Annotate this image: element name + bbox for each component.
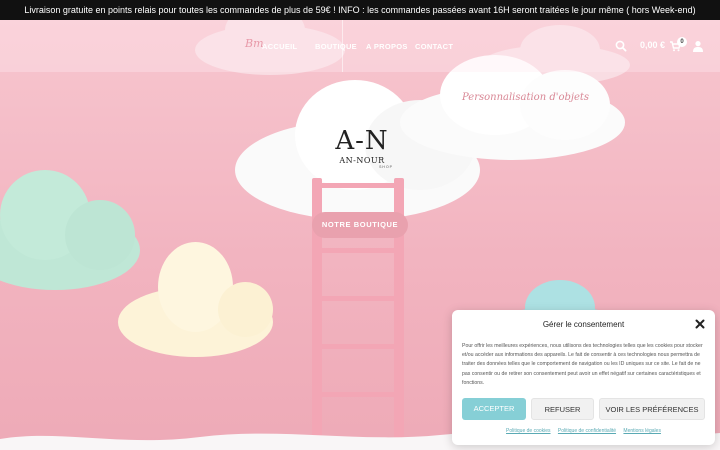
site-header: Bm ACCUEIL BOUTIQUE A PROPOS CONTACT 0,0…	[0, 20, 720, 72]
brand-monogram: A-N	[335, 126, 389, 156]
nav-item-boutique[interactable]: BOUTIQUE	[315, 42, 366, 51]
cart-total[interactable]: 0,00 €	[640, 40, 665, 50]
cookie-consent-dialog: Gérer le consentement Pour offrir les me…	[452, 310, 715, 445]
nav-item-a-propos[interactable]: A PROPOS	[366, 42, 415, 51]
brand-name: AN-NOUR	[339, 156, 385, 165]
preferences-button[interactable]: VOIR LES PRÉFÉRENCES	[599, 398, 705, 420]
ladder-rung	[320, 248, 396, 253]
ladder-rung	[320, 392, 396, 397]
cookie-policy-link[interactable]: Politique de cookies	[506, 428, 550, 434]
hero-script-subtitle: Personnalisation d'objets	[462, 92, 590, 103]
nav-item-accueil[interactable]: ACCUEIL	[262, 42, 315, 51]
cloud-decoration	[118, 242, 273, 357]
cart-count-badge: 0	[677, 37, 687, 47]
privacy-policy-link[interactable]: Politique de confidentialité	[558, 428, 616, 434]
legal-notice-link[interactable]: Mentions légales	[623, 428, 661, 434]
consent-text: Pour offrir les meilleures expériences, …	[462, 343, 703, 386]
ladder-rung	[320, 183, 396, 188]
brand-tag: SHOP	[379, 165, 393, 169]
consent-links: Politique de cookies Politique de confid…	[452, 428, 715, 434]
refuse-button[interactable]: REFUSER	[531, 398, 594, 420]
ladder-rung	[320, 296, 396, 301]
nav-item-contact[interactable]: CONTACT	[415, 42, 455, 51]
brand-logo: A-N AN-NOUR SHOP	[325, 128, 399, 176]
shop-cta-button[interactable]: NOTRE BOUTIQUE	[312, 212, 408, 238]
consent-title: Gérer le consentement	[542, 320, 625, 329]
main-nav: ACCUEIL BOUTIQUE A PROPOS CONTACT	[262, 42, 455, 51]
search-icon[interactable]	[614, 39, 628, 53]
accept-button[interactable]: ACCEPTER	[462, 398, 526, 420]
site-logo[interactable]: Bm	[245, 37, 264, 50]
close-icon[interactable]	[695, 319, 705, 329]
ladder-rung	[320, 344, 396, 349]
announcement-bar: Livraison gratuite en points relais pour…	[0, 0, 720, 20]
user-icon[interactable]	[692, 40, 704, 52]
header-divider	[342, 20, 343, 72]
announcement-text: Livraison gratuite en points relais pour…	[24, 5, 696, 15]
